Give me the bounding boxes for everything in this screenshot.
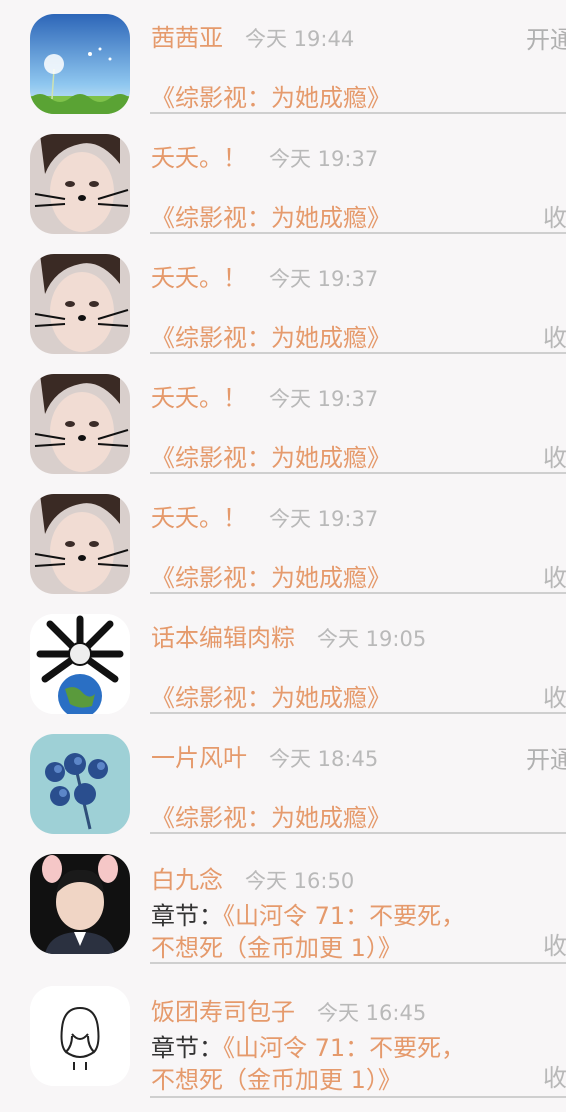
collect-action-button[interactable]: 收 bbox=[543, 678, 566, 713]
dandelion-avatar[interactable] bbox=[30, 14, 130, 114]
man-bunny-ears-avatar[interactable] bbox=[30, 854, 130, 954]
timestamp: 今天 19:05 bbox=[317, 627, 427, 651]
sender-name-text: 夭夭。！ bbox=[151, 144, 247, 172]
sender-name-text: 夭夭。！ bbox=[151, 504, 247, 532]
divider bbox=[150, 352, 566, 354]
book-title-link[interactable]: 《综影视：为她成瘾》 bbox=[151, 438, 391, 473]
sender-name-text: 话本编辑肉粽 bbox=[151, 624, 295, 652]
list-item[interactable]: 话本编辑肉粽 今天 19:05 收 《综影视：为她成瘾》 bbox=[0, 600, 566, 720]
book-title-link[interactable]: 《综影视：为她成瘾》 bbox=[151, 678, 391, 713]
chapter-info: 章节：《山河令 71：不要死， bbox=[151, 1028, 465, 1063]
sender-name: 话本编辑肉粽 今天 19:05 bbox=[151, 618, 426, 653]
open-action-button[interactable]: 开通 bbox=[526, 740, 566, 775]
list-item[interactable]: 夭夭。！ 今天 19:37 收 《综影视：为她成瘾》 bbox=[0, 480, 566, 600]
collect-action-button[interactable]: 收 bbox=[543, 198, 566, 233]
list-item[interactable]: 夭夭。！ 今天 19:37 收 《综影视：为她成瘾》 bbox=[0, 360, 566, 480]
collect-action-button[interactable]: 收 bbox=[543, 1058, 566, 1093]
divider bbox=[150, 1096, 566, 1098]
book-title-link[interactable]: 《综影视：为她成瘾》 bbox=[151, 78, 391, 113]
timestamp: 今天 19:37 bbox=[269, 267, 379, 291]
timestamp: 今天 16:50 bbox=[245, 869, 355, 893]
blue-flowers-avatar[interactable] bbox=[30, 734, 130, 834]
sender-name: 白九念 今天 16:50 bbox=[151, 860, 354, 895]
divider bbox=[150, 112, 566, 114]
book-title-link[interactable]: 《综影视：为她成瘾》 bbox=[151, 198, 391, 233]
book-title-link[interactable]: 《综影视：为她成瘾》 bbox=[151, 558, 391, 593]
sender-name-text: 茜茜亚 bbox=[151, 24, 223, 52]
timestamp: 今天 19:37 bbox=[269, 507, 379, 531]
collect-action-button[interactable]: 收 bbox=[543, 438, 566, 473]
timestamp: 今天 18:45 bbox=[269, 747, 379, 771]
open-action-button[interactable]: 开通 bbox=[526, 20, 566, 55]
book-title-link[interactable]: 《综影视：为她成瘾》 bbox=[151, 318, 391, 353]
collect-action-button[interactable]: 收 bbox=[543, 558, 566, 593]
notification-list: 茜茜亚 今天 19:44 开通 《综影视：为她成瘾》 夭夭。！ 今天 19:37 收… bbox=[0, 0, 566, 1112]
chapter-title-link[interactable]: 《山河令 71：不要死， bbox=[223, 902, 465, 930]
earth-meme-avatar[interactable] bbox=[30, 614, 130, 714]
girl-cat-filter-avatar[interactable] bbox=[30, 494, 130, 594]
sender-name-text: 白九念 bbox=[151, 866, 223, 894]
divider bbox=[150, 962, 566, 964]
divider bbox=[150, 832, 566, 834]
chapter-title-link[interactable]: 《山河令 71：不要死， bbox=[223, 1034, 465, 1062]
book-title-link[interactable]: 《综影视：为她成瘾》 bbox=[151, 798, 391, 833]
chapter-title-link[interactable]: 不想死（金币加更 1）》 bbox=[151, 1066, 402, 1094]
list-item[interactable]: 白九念 今天 16:50 章节：《山河令 71：不要死， 不想死（金币加更 1）》… bbox=[0, 840, 566, 970]
divider bbox=[150, 592, 566, 594]
chapter-label: 章节： bbox=[151, 902, 223, 930]
list-item[interactable]: 夭夭。！ 今天 19:37 收 《综影视：为她成瘾》 bbox=[0, 240, 566, 360]
divider bbox=[150, 712, 566, 714]
sender-name: 夭夭。！ 今天 19:37 bbox=[151, 498, 378, 533]
chapter-label: 章节： bbox=[151, 1034, 223, 1062]
sender-name: 夭夭。！ 今天 19:37 bbox=[151, 258, 378, 293]
chapter-info: 章节：《山河令 71：不要死， bbox=[151, 896, 465, 931]
list-item[interactable]: 茜茜亚 今天 19:44 开通 《综影视：为她成瘾》 bbox=[0, 0, 566, 120]
timestamp: 今天 19:44 bbox=[245, 27, 355, 51]
sender-name-text: 一片风叶 bbox=[151, 744, 247, 772]
chapter-info-cont: 不想死（金币加更 1）》 bbox=[151, 1060, 402, 1095]
timestamp: 今天 19:37 bbox=[269, 387, 379, 411]
sender-name-text: 夭夭。！ bbox=[151, 264, 247, 292]
timestamp: 今天 19:37 bbox=[269, 147, 379, 171]
sender-name: 夭夭。！ 今天 19:37 bbox=[151, 378, 378, 413]
girl-cat-filter-avatar[interactable] bbox=[30, 374, 130, 474]
collect-action-button[interactable]: 收 bbox=[543, 318, 566, 353]
line-drawing-woman-avatar[interactable] bbox=[30, 986, 130, 1086]
list-item[interactable]: 饭团寿司包子 今天 16:45 章节：《山河令 71：不要死， 不想死（金币加更 … bbox=[0, 972, 566, 1112]
list-item[interactable]: 一片风叶 今天 18:45 开通 《综影视：为她成瘾》 bbox=[0, 720, 566, 840]
divider bbox=[150, 232, 566, 234]
sender-name: 茜茜亚 今天 19:44 bbox=[151, 18, 354, 53]
girl-cat-filter-avatar[interactable] bbox=[30, 134, 130, 234]
girl-cat-filter-avatar[interactable] bbox=[30, 254, 130, 354]
sender-name-text: 夭夭。！ bbox=[151, 384, 247, 412]
sender-name: 一片风叶 今天 18:45 bbox=[151, 738, 378, 773]
sender-name-text: 饭团寿司包子 bbox=[151, 998, 295, 1026]
list-item[interactable]: 夭夭。！ 今天 19:37 收 《综影视：为她成瘾》 bbox=[0, 120, 566, 240]
divider bbox=[150, 472, 566, 474]
collect-action-button[interactable]: 收 bbox=[543, 926, 566, 961]
sender-name: 夭夭。！ 今天 19:37 bbox=[151, 138, 378, 173]
timestamp: 今天 16:45 bbox=[317, 1001, 427, 1025]
sender-name: 饭团寿司包子 今天 16:45 bbox=[151, 992, 426, 1027]
chapter-info-cont: 不想死（金币加更 1）》 bbox=[151, 928, 402, 963]
chapter-title-link[interactable]: 不想死（金币加更 1）》 bbox=[151, 934, 402, 962]
